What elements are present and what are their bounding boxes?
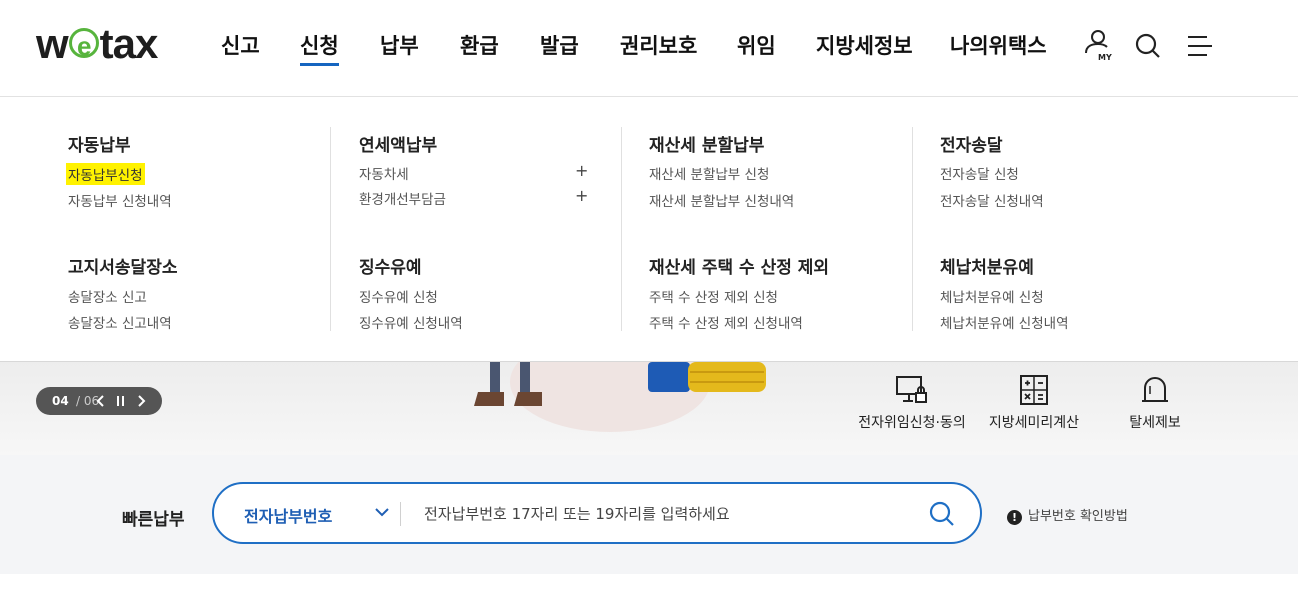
menu-item-installment-apply[interactable]: 재산세 분할납부 신청: [649, 163, 769, 183]
my-label: MY: [1098, 53, 1112, 62]
pause-slide-button[interactable]: [116, 393, 126, 412]
group-title-property-installment: 재산세 분할납부: [649, 136, 765, 156]
all-menu-button[interactable]: [1187, 34, 1213, 58]
payment-number-help-link[interactable]: ! 납부번호 확인방법: [1007, 505, 1128, 525]
expand-env-charge-button[interactable]: +: [575, 186, 588, 205]
wetax-logo[interactable]: w e tax: [36, 20, 159, 67]
payment-type-select[interactable]: 전자납부번호: [244, 503, 332, 527]
expand-car-tax-button[interactable]: +: [575, 161, 588, 180]
prev-slide-button[interactable]: [96, 393, 106, 412]
quick-link-label: 전자위임신청·동의: [858, 415, 966, 431]
calculator-icon: [1020, 375, 1048, 405]
menu-item-autopay-history[interactable]: 자동납부 신청내역: [68, 190, 172, 210]
menu-item-exclusion-apply[interactable]: 주택 수 산정 제외 신청: [649, 286, 778, 306]
column-divider: [330, 127, 331, 331]
menu-item-exclusion-history[interactable]: 주택 수 산정 제외 신청내역: [649, 312, 803, 332]
menu-item-delivery-report[interactable]: 송달장소 신고: [68, 286, 147, 306]
menu-item-autopay-apply[interactable]: 자동납부신청: [66, 163, 145, 185]
quick-link-label: 지방세미리계산: [988, 415, 1080, 431]
logo-text-w: w: [36, 20, 69, 67]
nav-item-my-wetax[interactable]: 나의위택스: [950, 30, 1047, 60]
search-button[interactable]: [1134, 32, 1162, 60]
menu-item-deferral-history[interactable]: 징수유예 신청내역: [359, 312, 463, 332]
nav-item-apply[interactable]: 신청: [300, 30, 339, 66]
pager-current: 04: [52, 394, 69, 408]
alarm-bell-icon: [1142, 377, 1168, 402]
chevron-left-icon: [96, 395, 104, 407]
menu-item-e-delivery-history[interactable]: 전자송달 신청내역: [940, 190, 1044, 210]
pause-icon: [117, 396, 124, 406]
main-banner: 04 / 06 전자위임신청·동의 지방세미리계산 탈세제보: [0, 362, 1298, 455]
menu-item-env-charge[interactable]: 환경개선부담금: [359, 188, 446, 208]
quick-pay-section: 빠른납부 전자납부번호 ! 납부번호 확인방법: [0, 455, 1298, 574]
menu-item-car-tax[interactable]: 자동차세: [359, 163, 409, 183]
my-page-button[interactable]: MY: [1082, 28, 1114, 62]
menu-item-deferral-apply[interactable]: 징수유예 신청: [359, 286, 438, 306]
quick-pay-search-box: 전자납부번호: [212, 482, 982, 544]
search-icon: [929, 501, 954, 526]
menu-item-disposition-apply[interactable]: 체납처분유예 신청: [940, 286, 1044, 306]
group-title-disposition-deferral: 체납처분유예: [940, 258, 1034, 278]
nav-item-report[interactable]: 신고: [221, 30, 260, 60]
menu-item-delivery-history[interactable]: 송달장소 신고내역: [68, 312, 172, 332]
quick-link-tax-calculator[interactable]: 지방세미리계산: [974, 370, 1094, 432]
nav-item-delegation[interactable]: 위임: [737, 30, 776, 60]
payment-type-dropdown[interactable]: [374, 504, 390, 524]
quick-link-e-delegation[interactable]: 전자위임신청·동의: [852, 370, 972, 432]
group-title-delivery-place: 고지서송달장소: [68, 258, 178, 278]
menu-icon: [1188, 36, 1212, 56]
user-my-icon: MY: [1085, 30, 1112, 62]
menu-item-installment-history[interactable]: 재산세 분할납부 신청내역: [649, 190, 794, 210]
logo-text-tax: tax: [99, 20, 159, 67]
banner-illustration: [474, 362, 766, 432]
monitor-lock-icon: [896, 376, 927, 403]
nav-item-refund[interactable]: 환급: [460, 30, 499, 60]
quick-pay-title: 빠른납부: [122, 510, 185, 530]
next-slide-button[interactable]: [136, 393, 146, 412]
mega-menu: 자동납부 자동납부신청 자동납부 신청내역 고지서송달장소 송달장소 신고 송달…: [0, 97, 1298, 362]
quick-pay-search-button[interactable]: [928, 500, 956, 532]
chevron-right-icon: [138, 395, 146, 407]
column-divider: [912, 127, 913, 331]
nav-item-rights[interactable]: 권리보호: [620, 30, 697, 60]
group-title-annual-payment: 연세액납부: [359, 136, 438, 156]
banner-pager: 04 / 06: [36, 387, 162, 415]
column-divider: [621, 127, 622, 331]
logo-e-mark: e: [68, 28, 99, 61]
mega-column-3: 재산세 분할납부 재산세 분할납부 신청 재산세 분할납부 신청내역 재산세 주…: [649, 97, 939, 361]
field-separator: [400, 502, 401, 526]
nav-item-pay[interactable]: 납부: [380, 30, 419, 60]
quick-link-label: 탈세제보: [1129, 415, 1181, 431]
group-title-e-delivery: 전자송달: [940, 136, 1003, 156]
menu-item-disposition-history[interactable]: 체납처분유예 신청내역: [940, 312, 1069, 332]
group-title-autopay: 자동납부: [68, 136, 131, 156]
nav-item-local-tax-info[interactable]: 지방세정보: [816, 30, 913, 60]
group-title-housing-count-exclusion: 재산세 주택 수 산정 제외: [649, 258, 830, 278]
search-icon: [1135, 33, 1160, 58]
site-header: w e tax 신고 신청 납부 환급 발급 권리보호 위임 지방세정보 나의위택스…: [0, 0, 1298, 97]
mega-column-2: 연세액납부 자동차세 + 환경개선부담금 + 징수유예 징수유예 신청 징수유예…: [359, 97, 649, 361]
payment-number-input[interactable]: [422, 498, 906, 530]
menu-item-e-delivery-apply[interactable]: 전자송달 신청: [940, 163, 1019, 183]
mega-column-1: 자동납부 자동납부신청 자동납부 신청내역 고지서송달장소 송달장소 신고 송달…: [66, 97, 358, 361]
mega-column-4: 전자송달 전자송달 신청 전자송달 신청내역 체납처분유예 체납처분유예 신청 …: [940, 97, 1230, 361]
nav-item-issue[interactable]: 발급: [540, 30, 579, 60]
help-label: 납부번호 확인방법: [1028, 509, 1128, 524]
quick-link-tax-evasion-report[interactable]: 탈세제보: [1095, 370, 1215, 432]
group-title-collection-deferral: 징수유예: [359, 258, 422, 278]
chevron-down-icon: [375, 508, 389, 517]
info-icon: !: [1007, 510, 1022, 525]
